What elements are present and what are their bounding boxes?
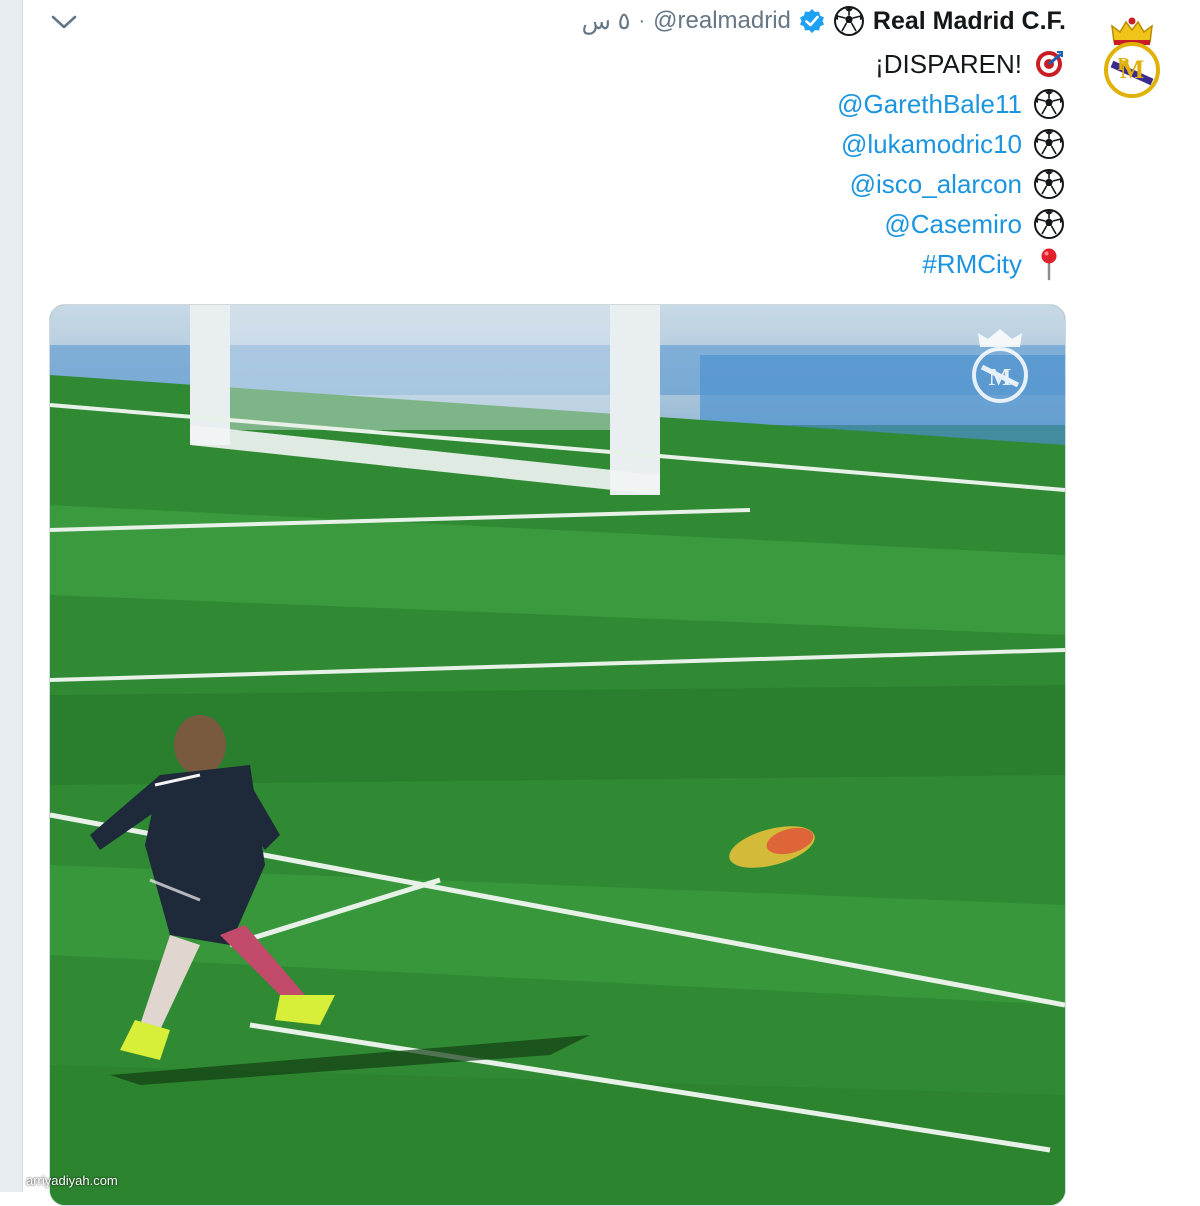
user-handle[interactable]: @realmadrid	[653, 7, 791, 35]
timeline-left-border	[0, 0, 23, 1192]
soccer-ball-icon	[1032, 207, 1066, 241]
tweet-line[interactable]: @Casemiro	[837, 204, 1066, 244]
mention-link[interactable]: @lukamodric10	[841, 129, 1022, 160]
tweet-line[interactable]: @isco_alarcon	[837, 164, 1066, 204]
display-name[interactable]: Real Madrid C.F.	[873, 7, 1066, 36]
tweet-time[interactable]: ٥ س	[582, 7, 631, 36]
separator-dot: ·	[638, 9, 646, 32]
video-frame: M	[50, 305, 1065, 1205]
tweet-card[interactable]: ٥ س · @realmadrid Real Madrid C.F. M R ¡…	[22, 0, 1200, 1206]
tweet-line[interactable]: @lukamodric10	[837, 124, 1066, 164]
soccer-ball-icon	[833, 5, 865, 37]
mention-link[interactable]: @isco_alarcon	[850, 169, 1022, 200]
real-madrid-crest-icon: M R	[1104, 17, 1160, 98]
tweet-header: ٥ س · @realmadrid Real Madrid C.F.	[582, 4, 1066, 38]
svg-text:M: M	[989, 365, 1012, 391]
mention-link[interactable]: @Casemiro	[884, 209, 1022, 240]
tweet-video[interactable]: M	[49, 304, 1066, 1206]
round-pushpin-icon	[1032, 247, 1066, 281]
tweet-line[interactable]: @GarethBale11	[837, 84, 1066, 124]
soccer-ball-icon	[1032, 127, 1066, 161]
soccer-ball-icon	[1032, 87, 1066, 121]
svg-text:R: R	[1118, 54, 1132, 74]
soccer-ball-icon	[1032, 167, 1066, 201]
chevron-down-icon[interactable]	[50, 8, 78, 36]
avatar[interactable]: M R	[1096, 12, 1168, 102]
tweet-line-text: ¡DISPAREN!	[875, 48, 1022, 79]
tweet-line: ¡DISPAREN!	[837, 44, 1066, 84]
target-icon	[1032, 47, 1066, 81]
tweet-text: ¡DISPAREN! @GarethBale11 @lukamodric10 @…	[837, 44, 1066, 284]
verified-badge-icon	[799, 8, 825, 34]
hashtag-link[interactable]: #RMCity	[922, 249, 1022, 280]
source-watermark: arriyadiyah.com	[26, 1173, 118, 1188]
mention-link[interactable]: @GarethBale11	[837, 89, 1022, 120]
tweet-line[interactable]: #RMCity	[837, 244, 1066, 284]
